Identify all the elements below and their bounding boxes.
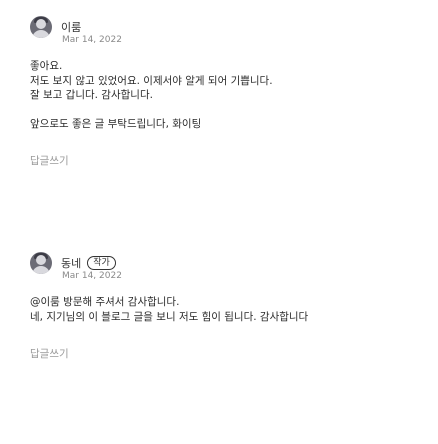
avatar[interactable] bbox=[30, 16, 52, 38]
comment-body-tail: 앞으로도 좋은 글 부탁드립니다, 화이팅 bbox=[30, 117, 202, 130]
comment: 동네 작가 Mar 14, 2022 @이룸 방문해 주셔서 감사합니다. 네,… bbox=[30, 252, 308, 361]
comment-date: Mar 14, 2022 bbox=[62, 271, 122, 281]
comment-author[interactable]: 동네 bbox=[61, 255, 81, 271]
comment-author[interactable]: 이룸 bbox=[61, 19, 81, 35]
comment-body: 좋아요. 저도 보지 않고 있었어요. 이제서야 알게 되어 기쁩니다. 잘 보… bbox=[30, 60, 273, 101]
comment-date: Mar 14, 2022 bbox=[62, 35, 122, 45]
reply-button[interactable]: 답글쓰기 bbox=[30, 346, 308, 361]
comment-body: @이룸 방문해 주셔서 감사합니다. 네, 지기님의 이 블로그 글을 보니 저… bbox=[30, 296, 309, 323]
comment: 이룸 Mar 14, 2022 좋아요. 저도 보지 않고 있었어요. 이제서야… bbox=[30, 16, 273, 168]
author-badge: 작가 bbox=[87, 256, 116, 270]
reply-button[interactable]: 답글쓰기 bbox=[30, 153, 273, 168]
avatar[interactable] bbox=[30, 252, 52, 274]
